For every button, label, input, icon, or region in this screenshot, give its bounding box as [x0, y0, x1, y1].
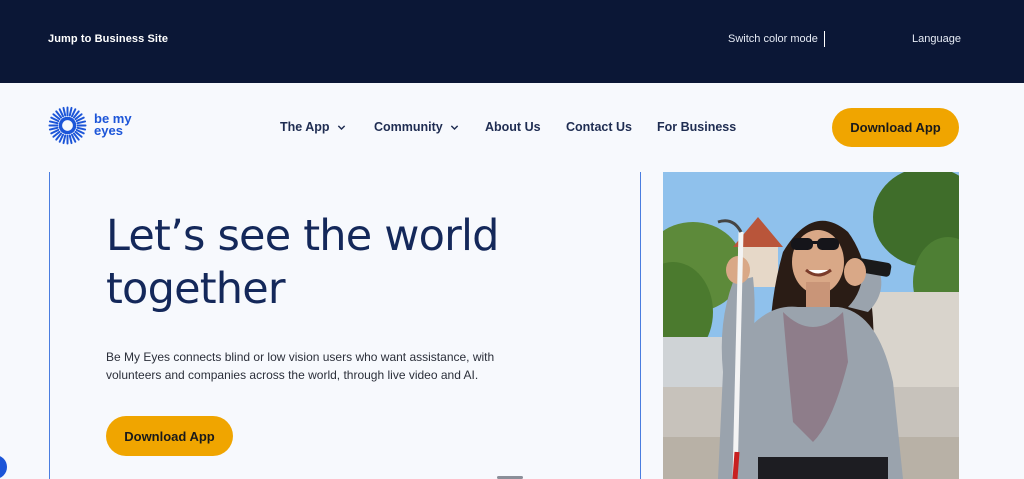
chevron-down-icon [450, 124, 458, 130]
nav-item-label: Contact Us [566, 120, 632, 134]
logo-ray [48, 120, 59, 124]
logo-ray [62, 134, 67, 144]
top-utility-bar: Jump to Business Site Switch color mode … [0, 0, 1024, 83]
logo-wordmark: be my eyes [94, 112, 132, 138]
chevron-down-icon [337, 124, 345, 130]
language-selector[interactable]: Language [912, 33, 961, 45]
sunburst-eye-icon [48, 105, 87, 145]
logo-ray [76, 120, 87, 124]
hero-photo [663, 172, 959, 479]
topbar-divider [824, 31, 825, 47]
hero-subtitle: Be My Eyes connects blind or low vision … [106, 350, 495, 382]
logo-ray [68, 134, 73, 144]
hero-left-border [49, 172, 50, 479]
jump-to-business-link[interactable]: Jump to Business Site [48, 33, 168, 45]
nav-item-community[interactable]: Community [374, 120, 459, 134]
logo-ray [62, 106, 67, 116]
nav-item-label: For Business [657, 120, 737, 134]
nav-item-the-app[interactable]: The App [280, 120, 346, 134]
woman-with-cane-photo [663, 172, 959, 479]
nav-item-contact-us[interactable]: Contact Us [566, 120, 632, 134]
logo-ray [68, 106, 73, 116]
download-app-button-header[interactable]: Download App [832, 108, 959, 147]
logo-ray [48, 126, 59, 130]
nav-item-label: The App [280, 120, 330, 134]
switch-color-mode-button[interactable]: Switch color mode [728, 33, 818, 45]
logo-ray [76, 126, 87, 130]
download-app-button-hero[interactable]: Download App [106, 416, 233, 456]
nav-item-about-us[interactable]: About Us [485, 120, 541, 134]
be-my-eyes-logo[interactable]: be my eyes [48, 105, 148, 145]
accessibility-widget-icon[interactable] [0, 455, 7, 479]
nav-item-label: About Us [485, 120, 541, 134]
hero-title: Let’s see the world together [106, 211, 499, 314]
hero-right-border [640, 172, 641, 479]
nav-item-label: Community [374, 120, 443, 134]
nav-item-for-business[interactable]: For Business [657, 120, 736, 134]
logo-line-2: eyes [94, 123, 123, 138]
